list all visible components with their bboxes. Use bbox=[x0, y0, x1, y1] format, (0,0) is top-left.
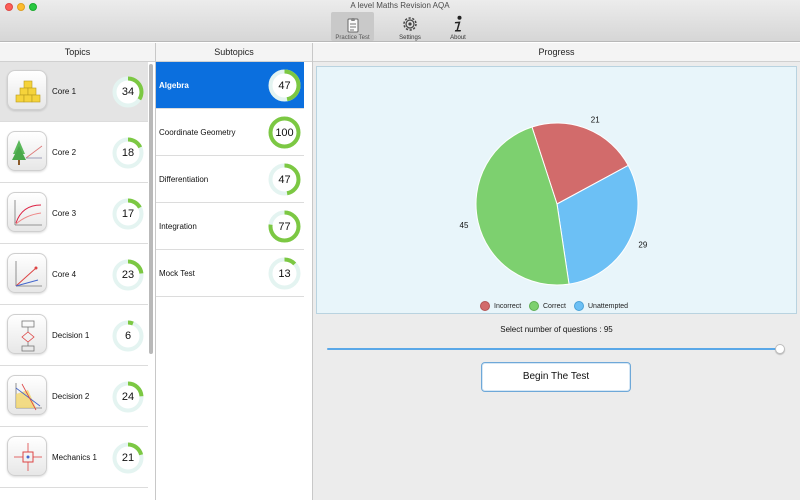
legend-label: Unattempted bbox=[588, 302, 629, 310]
topic-label: Decision 1 bbox=[52, 331, 90, 340]
forces-icon bbox=[7, 436, 47, 476]
curve-graph-icon bbox=[7, 192, 47, 232]
subtopic-row-coordinate-geometry[interactable]: Coordinate Geometry 100 bbox=[156, 109, 304, 156]
progress-header: Progress bbox=[313, 43, 800, 62]
subtopics-header: Subtopics bbox=[156, 43, 312, 62]
subtopic-label: Algebra bbox=[159, 81, 189, 90]
progress-value: 13 bbox=[278, 267, 291, 280]
app-window: A level Maths Revision AQA Practice Test… bbox=[0, 0, 800, 500]
topic-row-mechanics-1[interactable]: Mechanics 1 21 bbox=[0, 428, 148, 488]
topic-row-decision-2[interactable]: Decision 2 24 bbox=[0, 367, 148, 427]
progress-ring: 13 bbox=[268, 257, 301, 290]
progress-value: 77 bbox=[278, 220, 291, 233]
legend-swatch-incorrect bbox=[480, 301, 490, 311]
gear-icon bbox=[403, 17, 417, 31]
progress-ring: 47 bbox=[268, 69, 301, 102]
topics-header: Topics bbox=[0, 43, 155, 62]
topic-label: Decision 2 bbox=[52, 392, 90, 401]
flowchart-icon bbox=[7, 314, 47, 354]
subtopic-row-algebra[interactable]: Algebra 47 bbox=[156, 62, 304, 109]
toolbar-practice-test-label: Practice Test bbox=[335, 35, 370, 41]
clipboard-icon bbox=[347, 18, 358, 33]
pie-chart: 21 29 45 bbox=[460, 116, 648, 286]
progress-ring: 24 bbox=[112, 381, 144, 413]
subtopic-row-integration[interactable]: Integration 77 bbox=[156, 203, 304, 250]
begin-test-button[interactable]: Begin The Test bbox=[481, 362, 631, 392]
progress-ring: 47 bbox=[268, 163, 301, 196]
legend-incorrect: Incorrect bbox=[480, 301, 521, 311]
topic-label: Core 3 bbox=[52, 209, 77, 218]
topic-label: Core 2 bbox=[52, 148, 77, 157]
topic-row-core-3[interactable]: Core 3 17 bbox=[0, 184, 148, 244]
progress-value: 23 bbox=[121, 269, 135, 281]
toolbar-about-button[interactable]: About bbox=[444, 12, 472, 41]
progress-value: 6 bbox=[124, 330, 132, 342]
progress-ring: 18 bbox=[112, 137, 144, 169]
progress-value: 21 bbox=[121, 452, 135, 464]
info-icon bbox=[454, 15, 462, 32]
progress-ring: 21 bbox=[112, 442, 144, 474]
title-bar: A level Maths Revision AQA Practice Test… bbox=[0, 0, 800, 42]
question-count-slider[interactable] bbox=[327, 348, 780, 350]
topic-row-core-2[interactable]: Core 2 18 bbox=[0, 123, 148, 183]
subtopic-label: Integration bbox=[159, 222, 197, 231]
pie-label-correct: 45 bbox=[460, 221, 469, 230]
window-title: A level Maths Revision AQA bbox=[350, 1, 450, 10]
progress-ring: 34 bbox=[112, 76, 144, 108]
toolbar-about-label: About bbox=[450, 35, 466, 41]
progress-value: 100 bbox=[275, 126, 294, 139]
progress-value: 34 bbox=[121, 86, 135, 98]
progress-ring: 23 bbox=[112, 259, 144, 291]
progress-value: 47 bbox=[278, 79, 291, 92]
topic-row-core-4[interactable]: Core 4 23 bbox=[0, 245, 148, 305]
topic-label: Mechanics 1 bbox=[52, 453, 97, 462]
legend-label: Incorrect bbox=[494, 302, 522, 310]
pie-label-unattempted: 29 bbox=[638, 241, 647, 250]
toolbar-settings-button[interactable]: Settings bbox=[393, 12, 427, 41]
progress-value: 24 bbox=[121, 391, 135, 403]
progress-ring: 100 bbox=[268, 116, 301, 149]
subtopic-label: Coordinate Geometry bbox=[159, 128, 236, 137]
progress-ring: 6 bbox=[112, 320, 144, 352]
legend-swatch-correct bbox=[529, 301, 539, 311]
legend-correct: Correct bbox=[529, 301, 566, 311]
topic-row-core-1[interactable]: Core 1 34 bbox=[0, 62, 148, 122]
pyramid-blocks-icon bbox=[7, 70, 47, 110]
pie-label-incorrect: 21 bbox=[591, 116, 600, 125]
progress-ring: 17 bbox=[112, 198, 144, 230]
vector-graph-icon bbox=[7, 253, 47, 293]
progress-ring: 77 bbox=[268, 210, 301, 243]
subtopic-label: Differentiation bbox=[159, 175, 209, 184]
subtopics-list: Algebra 47 Coordinate Geometry 100 Diffe… bbox=[156, 62, 304, 500]
linear-programming-icon bbox=[7, 375, 47, 415]
topic-row-decision-1[interactable]: Decision 1 6 bbox=[0, 306, 148, 366]
progress-value: 47 bbox=[278, 173, 291, 186]
question-count-slider-knob[interactable] bbox=[775, 344, 785, 354]
topic-label: Core 4 bbox=[52, 270, 77, 279]
legend-unattempted: Unattempted bbox=[574, 301, 628, 311]
subtopic-row-differentiation[interactable]: Differentiation 47 bbox=[156, 156, 304, 203]
legend-swatch-unattempted bbox=[574, 301, 584, 311]
progress-value: 17 bbox=[121, 208, 135, 220]
topic-label: Core 1 bbox=[52, 87, 77, 96]
subtopic-label: Mock Test bbox=[159, 269, 195, 278]
question-count-label: Select number of questions : 95 bbox=[500, 325, 613, 334]
pie-chart-box: 21 29 45 Incorrect Correct Unattempted bbox=[316, 66, 797, 314]
topics-scrollbar[interactable] bbox=[149, 64, 153, 354]
topics-list: Core 1 34 Core 2 18 Core 3 17 Core 4 23 … bbox=[0, 62, 155, 500]
toolbar-settings-label: Settings bbox=[399, 35, 421, 41]
legend-label: Correct bbox=[543, 302, 566, 310]
tree-diagram-icon bbox=[7, 131, 47, 171]
progress-value: 18 bbox=[121, 147, 135, 159]
toolbar-practice-test-button[interactable]: Practice Test bbox=[331, 12, 374, 41]
subtopic-row-mock-test[interactable]: Mock Test 13 bbox=[156, 250, 304, 297]
progress-panel: 21 29 45 Incorrect Correct Unattempted Sel… bbox=[313, 62, 800, 500]
